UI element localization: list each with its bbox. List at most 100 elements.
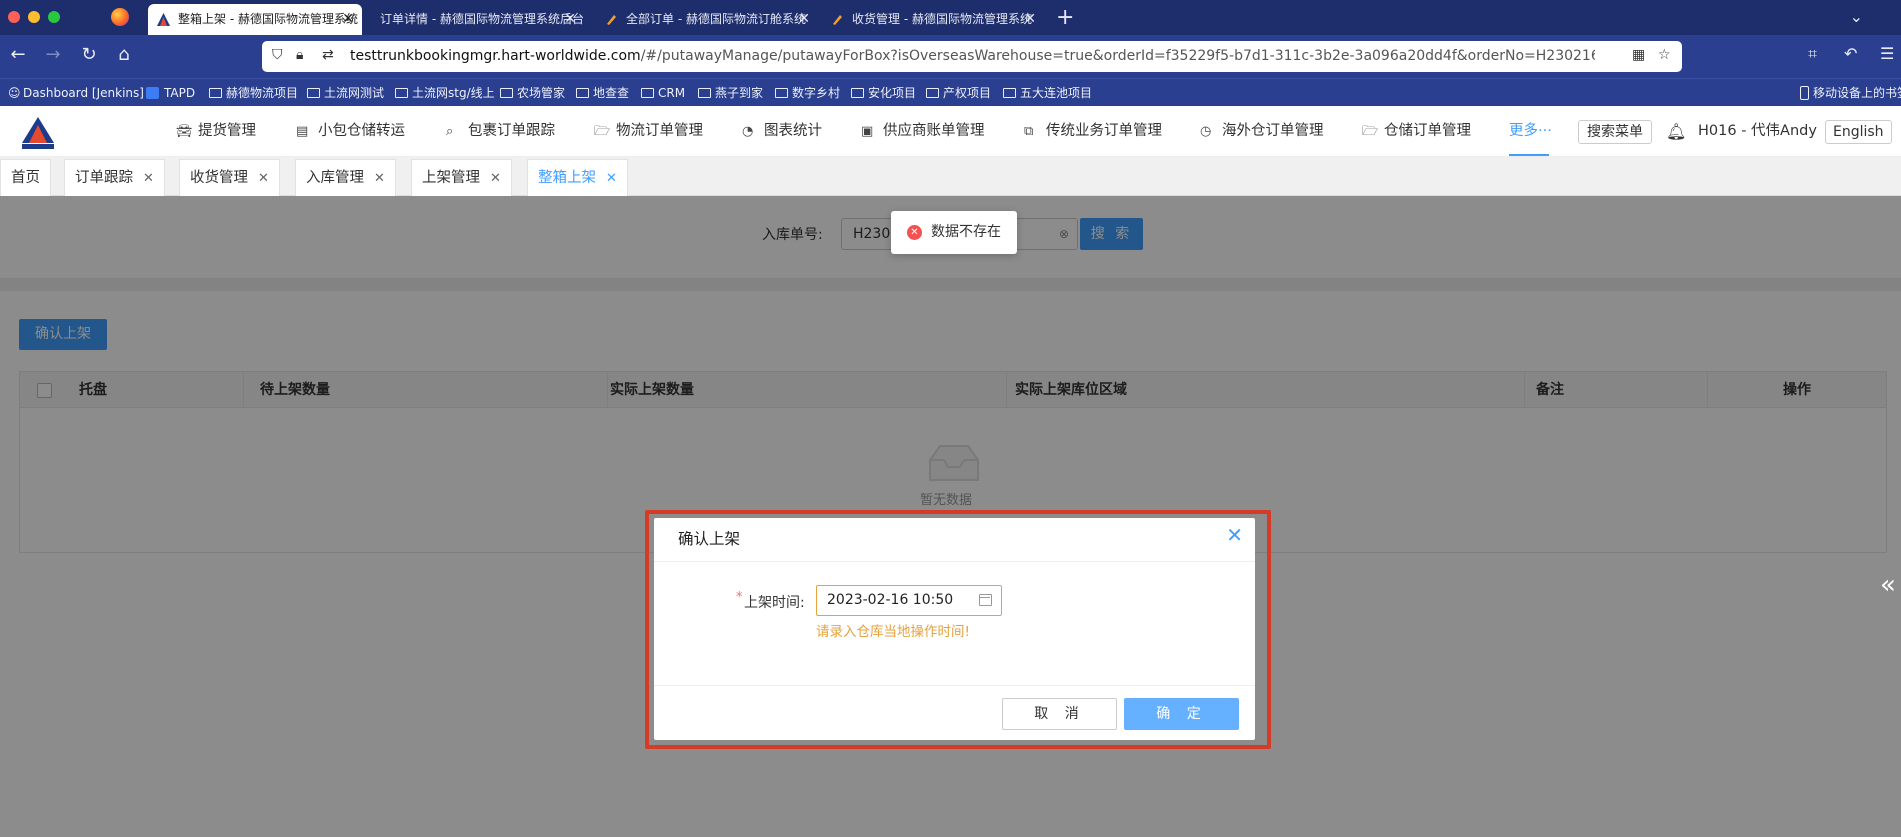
close-tab-icon[interactable]: ✕ bbox=[342, 4, 354, 35]
url-path: /#/putawayManage/putawayForBox?isOversea… bbox=[640, 48, 1595, 64]
bookmark-label: CRM bbox=[658, 86, 686, 100]
page-tabs: 首页 订单跟踪 ✕ 收货管理 ✕ 入库管理 ✕ 上架管理 ✕ 整箱上架 ✕ bbox=[0, 157, 1901, 196]
bookmarks-bar: ☺ Dashboard [Jenkins] TAPD 赫德物流项目 土流网测试 土… bbox=[0, 78, 1901, 106]
close-icon[interactable]: ✕ bbox=[143, 171, 154, 186]
tab-receiving[interactable]: 收货管理 ✕ bbox=[179, 159, 280, 196]
maximize-window-icon[interactable] bbox=[48, 11, 60, 23]
mobile-bookmarks[interactable]: 移动设备上的书签 bbox=[1800, 79, 1901, 107]
browser-tab-title: 收货管理 - 赫德国际物流管理系统 bbox=[852, 12, 1032, 26]
user-name[interactable]: H016 - 代伟Andy bbox=[1698, 106, 1817, 157]
browser-tab-2[interactable]: 订单详情 - 赫德国际物流管理系统后台 ✕ bbox=[362, 4, 584, 35]
close-icon[interactable]: ✕ bbox=[258, 171, 269, 186]
close-icon[interactable]: ✕ bbox=[606, 171, 617, 186]
tab-order-tracking[interactable]: 订单跟踪 ✕ bbox=[64, 159, 165, 196]
bookmark-star-icon[interactable]: ☆ bbox=[1658, 47, 1671, 63]
calendar-icon[interactable] bbox=[979, 594, 992, 606]
reload-icon[interactable]: ↻ bbox=[77, 44, 101, 65]
url-text[interactable]: testtrunkbookingmgr.hart-worldwide.com/#… bbox=[350, 41, 1595, 72]
folder-icon bbox=[775, 88, 788, 98]
close-icon[interactable]: ✕ bbox=[1226, 523, 1243, 547]
chevron-down-icon[interactable]: ⌄ bbox=[1850, 7, 1863, 26]
folder-open-icon: 🗁︎ bbox=[1362, 124, 1379, 139]
nav-chart-statistics[interactable]: ◔ 图表统计 bbox=[742, 106, 822, 157]
nav-parcel-tracking[interactable]: ⌕ 包裹订单跟踪 bbox=[446, 106, 555, 157]
bell-icon[interactable]: 🔔︎ bbox=[1666, 122, 1686, 141]
lock-icon[interactable]: 🔒︎ bbox=[296, 47, 303, 63]
shield-icon[interactable]: ⛉ bbox=[272, 47, 283, 63]
bookmark-folder[interactable]: 赫德物流项目 bbox=[209, 79, 298, 107]
ok-button[interactable]: 确 定 bbox=[1124, 698, 1239, 730]
nav-traditional-orders[interactable]: ⧉ 传统业务订单管理 bbox=[1024, 106, 1162, 157]
tab-box-putaway[interactable]: 整箱上架 ✕ bbox=[527, 159, 628, 196]
bookmark-folder[interactable]: 安化项目 bbox=[851, 79, 916, 107]
minimize-window-icon[interactable] bbox=[28, 11, 40, 23]
address-bar[interactable]: ⛉ 🔒︎ ⇄ testtrunkbookingmgr.hart-worldwid… bbox=[262, 41, 1682, 72]
bookmark-folder[interactable]: 地查查 bbox=[576, 79, 629, 107]
search-menu-button[interactable]: 搜索菜单 bbox=[1578, 120, 1652, 144]
close-icon[interactable]: ✕ bbox=[490, 171, 501, 186]
hierarchy-icon: ⧉ bbox=[1024, 124, 1034, 139]
browser-tab-4[interactable]: 收货管理 - 赫德国际物流管理系统 ✕ bbox=[822, 4, 1044, 35]
qr-code-icon[interactable]: ▦ bbox=[1632, 47, 1645, 63]
document-icon: ▤ bbox=[296, 124, 309, 139]
close-icon[interactable]: ✕ bbox=[374, 171, 385, 186]
folder-icon bbox=[576, 88, 589, 98]
bookmark-label: 移动设备上的书签 bbox=[1813, 86, 1901, 100]
nav-label: 仓储订单管理 bbox=[1384, 123, 1471, 139]
nav-overseas-warehouse[interactable]: ◷ 海外仓订单管理 bbox=[1200, 106, 1324, 157]
nav-supplier-bills[interactable]: ▣ 供应商账单管理 bbox=[861, 106, 985, 157]
nav-pickup-management[interactable]: 🚘︎ 提货管理 bbox=[176, 106, 256, 157]
nav-warehouse-orders[interactable]: 🗁︎ 仓储订单管理 bbox=[1362, 106, 1471, 157]
back-arrow-icon[interactable]: ← bbox=[6, 44, 30, 65]
browser-tab-1[interactable]: 整箱上架 - 赫德国际物流管理系统 ✕ bbox=[148, 4, 362, 35]
confirm-putaway-dialog: 确认上架 ✕ * 上架时间: 2023-02-16 10:50 请录入仓库当地操… bbox=[654, 518, 1255, 740]
bookmark-folder[interactable]: 燕子到家 bbox=[698, 79, 763, 107]
hart-logo[interactable] bbox=[18, 115, 58, 151]
tab-putaway[interactable]: 上架管理 ✕ bbox=[411, 159, 512, 196]
required-asterisk: * bbox=[736, 590, 743, 605]
nav-parcel-storage[interactable]: ▤ 小包仓储转运 bbox=[296, 106, 405, 157]
nav-logistics-orders[interactable]: 🗁︎ 物流订单管理 bbox=[594, 106, 703, 157]
permissions-icon[interactable]: ⇄ bbox=[322, 47, 334, 63]
forward-arrow-icon[interactable]: → bbox=[41, 44, 65, 65]
nav-more[interactable]: 更多··· bbox=[1509, 106, 1552, 157]
error-icon: ✕ bbox=[907, 225, 922, 240]
bookmark-folder[interactable]: 产权项目 bbox=[926, 79, 991, 107]
input-value: 2023-02-16 10:50 bbox=[827, 592, 954, 608]
new-tab-button[interactable]: + bbox=[1056, 4, 1074, 32]
putaway-time-input[interactable]: 2023-02-16 10:50 bbox=[816, 585, 1002, 616]
bookmark-folder[interactable]: 农场管家 bbox=[500, 79, 565, 107]
menu-icon[interactable]: ☰ bbox=[1880, 44, 1894, 63]
bookmark-item[interactable]: TAPD bbox=[146, 79, 195, 107]
browser-toolbar: ← → ↻ ⌂ ⛉ 🔒︎ ⇄ testtrunkbookingmgr.hart-… bbox=[0, 35, 1901, 78]
bookmark-folder[interactable]: CRM bbox=[641, 79, 685, 107]
cancel-button[interactable]: 取 消 bbox=[1002, 698, 1117, 730]
close-tab-icon[interactable]: ✕ bbox=[798, 4, 810, 35]
dialog-footer-divider bbox=[654, 685, 1255, 686]
language-button[interactable]: English bbox=[1825, 120, 1892, 144]
bookmark-folder[interactable]: 数字乡村 bbox=[775, 79, 840, 107]
bookmark-folder[interactable]: 土流网测试 bbox=[307, 79, 384, 107]
bookmark-folder[interactable]: 土流网stg/线上 bbox=[395, 79, 495, 107]
error-toast: ✕ 数据不存在 bbox=[891, 211, 1017, 254]
dialog-title: 确认上架 bbox=[678, 530, 741, 548]
tab-home[interactable]: 首页 bbox=[0, 159, 51, 196]
bookmark-folder[interactable]: 五大连池项目 bbox=[1003, 79, 1092, 107]
putaway-time-label: 上架时间: bbox=[744, 595, 805, 611]
folder-icon bbox=[698, 88, 711, 98]
undo-arrow-icon[interactable]: ↶ bbox=[1844, 44, 1857, 63]
bookmark-item[interactable]: ☺ Dashboard [Jenkins] bbox=[8, 79, 144, 107]
bookmark-label: TAPD bbox=[164, 86, 196, 100]
close-tab-icon[interactable]: ✕ bbox=[1024, 4, 1036, 35]
browser-tab-3[interactable]: 全部订单 - 赫德国际物流订舱系统 ✕ bbox=[596, 4, 818, 35]
home-icon[interactable]: ⌂ bbox=[112, 44, 136, 65]
search-icon: ⌕ bbox=[446, 124, 454, 139]
close-tab-icon[interactable]: ✕ bbox=[564, 4, 576, 35]
close-window-icon[interactable] bbox=[8, 11, 20, 23]
tab-label: 上架管理 bbox=[422, 170, 480, 186]
tab-inbound[interactable]: 入库管理 ✕ bbox=[295, 159, 396, 196]
tab-label: 收货管理 bbox=[190, 170, 248, 186]
screenshot-crop-icon[interactable]: ⌗ bbox=[1808, 44, 1817, 64]
bookmark-label: 数字乡村 bbox=[792, 86, 841, 100]
double-chevron-left-icon[interactable]: « bbox=[1880, 570, 1896, 600]
